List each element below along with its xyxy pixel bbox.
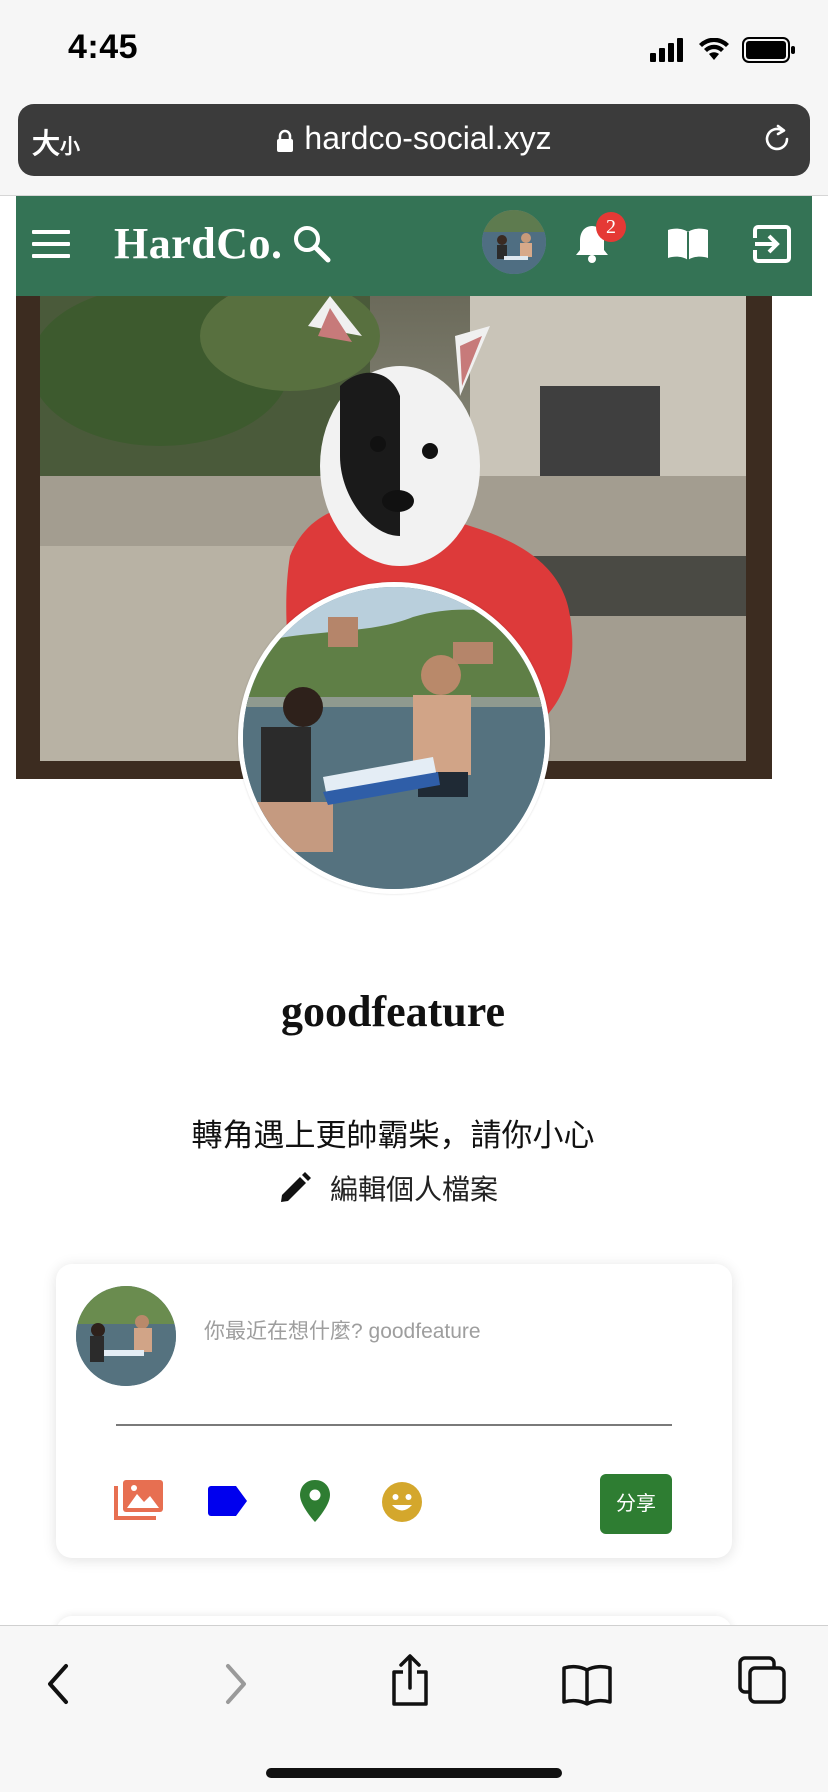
url-text: hardco-social.xyz (304, 120, 552, 156)
notification-badge: 2 (596, 212, 626, 242)
book-icon[interactable] (666, 226, 710, 262)
share-sheet-icon[interactable] (390, 1654, 430, 1706)
home-indicator[interactable] (266, 1768, 562, 1778)
site-nav-bar: HardCo. 2 (16, 196, 812, 296)
tag-icon[interactable] (208, 1486, 248, 1516)
avatar-photo (482, 210, 546, 274)
edit-profile-button[interactable]: 編輯個人檔案 (278, 1168, 498, 1208)
status-icons (650, 36, 796, 64)
location-icon[interactable] (300, 1480, 330, 1522)
profile-avatar[interactable] (238, 582, 550, 894)
tabs-icon[interactable] (738, 1656, 786, 1706)
composer-avatar-photo (76, 1286, 176, 1386)
profile-username: goodfeature (280, 987, 506, 1036)
battery-icon (742, 37, 795, 63)
pencil-icon (281, 1172, 311, 1202)
post-composer-card: 分享 (56, 1264, 732, 1558)
profile-bio: 轉角遇上更帥霸柴，請你小心 (191, 1118, 595, 1153)
address-bar[interactable]: 大小 hardco-social.xyz (18, 104, 810, 176)
browser-toolbar (0, 1625, 828, 1792)
cellular-signal-icon (650, 38, 683, 62)
logout-icon[interactable] (752, 224, 792, 264)
browser-address-area: 大小 hardco-social.xyz (0, 98, 828, 196)
composer-divider (116, 1424, 672, 1426)
share-button[interactable]: 分享 (600, 1474, 672, 1534)
forward-icon[interactable] (222, 1662, 250, 1706)
search-icon[interactable] (292, 224, 332, 264)
status-time: 4:45 (68, 28, 139, 66)
back-icon[interactable] (44, 1662, 72, 1706)
lock-icon (277, 129, 294, 152)
composer-avatar (76, 1286, 176, 1386)
user-avatar[interactable] (482, 210, 546, 274)
photo-icon[interactable] (114, 1480, 164, 1520)
menu-icon[interactable] (32, 230, 70, 262)
profile-avatar-photo (243, 587, 545, 889)
url-display[interactable]: hardco-social.xyz (18, 120, 810, 157)
status-bar: 4:45 (0, 0, 828, 98)
emoji-icon[interactable] (382, 1482, 422, 1522)
reload-icon[interactable] (760, 122, 794, 156)
bookmarks-icon[interactable] (562, 1664, 612, 1706)
post-input[interactable] (204, 1312, 684, 1352)
wifi-icon (699, 38, 729, 60)
site-logo[interactable]: HardCo. (114, 218, 283, 269)
edit-profile-label: 編輯個人檔案 (330, 1174, 499, 1205)
